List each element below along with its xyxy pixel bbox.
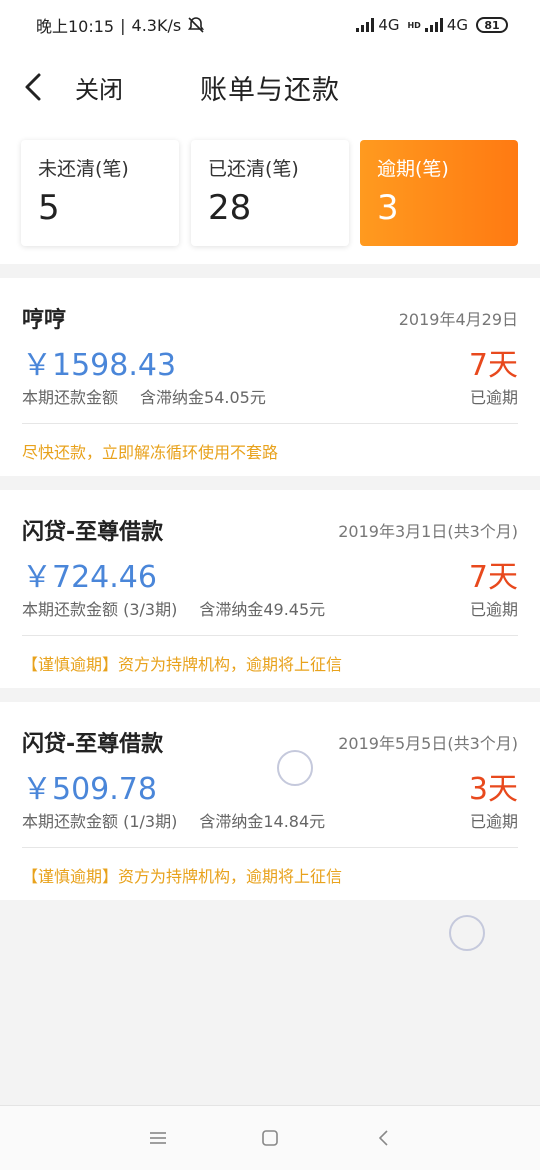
network-type-1: 4G (378, 16, 400, 34)
mute-bell-icon (188, 17, 205, 33)
system-nav-bar (0, 1105, 540, 1170)
late-fee: 含滞纳金14.84元 (199, 812, 326, 831)
summary-value: 3 (377, 188, 399, 228)
loan-amount: ￥724.46 (22, 560, 157, 595)
divider (22, 423, 518, 424)
summary-label: 已还清(笔) (208, 158, 299, 180)
signal-icon-2 (424, 18, 443, 32)
summary-label: 逾期(笔) (377, 158, 449, 180)
summary-card-overdue[interactable]: 逾期(笔) 3 (360, 140, 518, 246)
loan-details: 本期还款金额 (1/3期) 含滞纳金14.84元 (22, 808, 325, 832)
home-square-icon[interactable] (258, 1126, 282, 1150)
menu-icon[interactable] (146, 1126, 170, 1150)
overdue-days: 7天 (468, 348, 518, 383)
loan-amount: ￥509.78 (22, 772, 157, 807)
overdue-status: 已逾期 (469, 812, 518, 831)
overdue-days: 3天 (468, 772, 518, 807)
summary-value: 28 (208, 188, 252, 228)
page-title: 账单与还款 (200, 75, 340, 106)
loading-ring-icon (277, 750, 313, 786)
amount-label: 本期还款金额 (22, 388, 119, 407)
loan-amount: ￥1598.43 (22, 348, 177, 383)
amount-label: 本期还款金额 (3/3期) (22, 600, 178, 619)
loan-date: 2019年3月1日(共3个月) (338, 522, 518, 541)
loan-card[interactable]: 闪贷-至尊借款 2019年3月1日(共3个月) ￥724.46 7天 本期还款金… (0, 490, 540, 688)
late-fee: 含滞纳金49.45元 (199, 600, 326, 619)
summary-value: 5 (38, 188, 60, 228)
loan-name: 哼哼 (22, 308, 67, 333)
loan-tip: 【谨慎逾期】资方为持牌机构，逾期将上征信 (22, 655, 343, 674)
summary-card-unpaid[interactable]: 未还清(笔) 5 (21, 140, 179, 246)
status-bar-right: 4G HD 4G 81 (356, 16, 508, 34)
summary-card-paid[interactable]: 已还清(笔) 28 (191, 140, 349, 246)
battery-level: 81 (484, 18, 500, 32)
overdue-status: 已逾期 (469, 600, 518, 619)
status-bar: 晚上10:15 | 4.3K/s 4G HD 4G 81 (0, 0, 540, 50)
late-fee: 含滞纳金54.05元 (140, 388, 266, 407)
loan-tip: 【谨慎逾期】资方为持牌机构，逾期将上征信 (22, 867, 343, 886)
loan-details: 本期还款金额 (3/3期) 含滞纳金49.45元 (22, 596, 325, 620)
loan-card[interactable]: 闪贷-至尊借款 2019年5月5日(共3个月) ￥509.78 3天 本期还款金… (0, 702, 540, 900)
status-bar-left: 晚上10:15 | 4.3K/s (36, 13, 205, 37)
amount-label: 本期还款金额 (1/3期) (22, 812, 178, 831)
network-type-2: 4G (446, 16, 468, 34)
loading-ring-icon (449, 915, 485, 951)
loan-details: 本期还款金额 含滞纳金54.05元 (22, 384, 266, 408)
loan-card[interactable]: 哼哼 2019年4月29日 ￥1598.43 7天 本期还款金额 含滞纳金54.… (0, 278, 540, 476)
overdue-status: 已逾期 (469, 388, 518, 407)
divider (22, 635, 518, 636)
divider (22, 847, 518, 848)
loan-date: 2019年5月5日(共3个月) (338, 734, 518, 753)
loan-date: 2019年4月29日 (398, 310, 518, 329)
loan-name: 闪贷-至尊借款 (22, 520, 164, 545)
loan-name: 闪贷-至尊借款 (22, 732, 164, 757)
status-separator: | (120, 15, 126, 35)
signal-icon (356, 18, 375, 32)
summary-panel: 未还清(笔) 5 已还清(笔) 28 逾期(笔) 3 (0, 126, 540, 264)
screen: 晚上10:15 | 4.3K/s 4G HD 4G 81 关闭 账单与还款 未还… (0, 0, 540, 1170)
app-header: 关闭 账单与还款 (0, 50, 540, 126)
back-triangle-icon[interactable] (372, 1126, 396, 1150)
summary-label: 未还清(笔) (38, 158, 129, 180)
hd-badge: HD (407, 20, 421, 30)
battery-icon: 81 (476, 17, 508, 33)
overdue-days: 7天 (468, 560, 518, 595)
loan-tip: 尽快还款，立即解冻循环使用不套路 (22, 443, 279, 462)
net-speed: 4.3K/s (131, 15, 182, 35)
clock: 晚上10:15 (36, 17, 115, 36)
